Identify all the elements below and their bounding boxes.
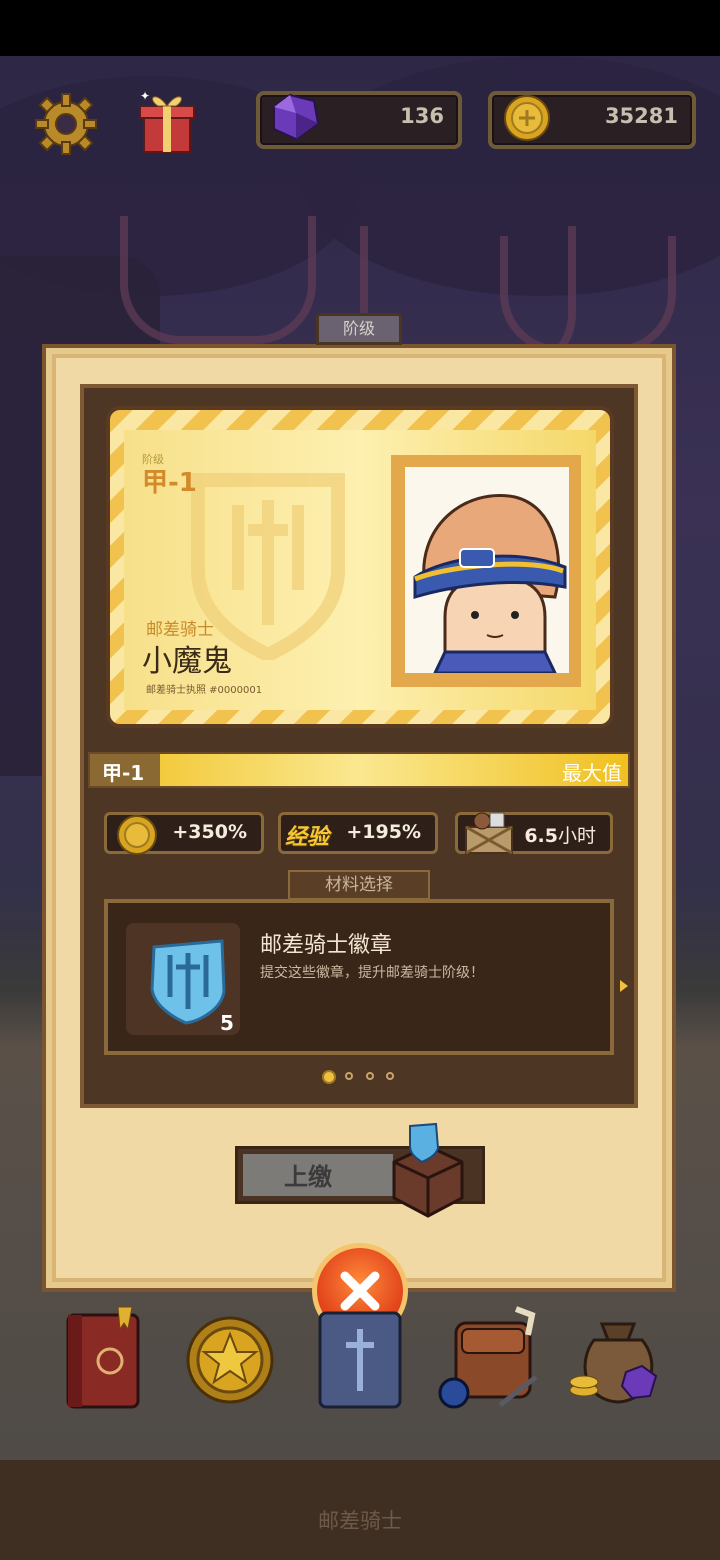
next-material-arrow-icon[interactable] [620, 980, 628, 992]
exp-icon: 经验 [285, 825, 330, 850]
material-description: 提交这些徽章，提升邮差骑士阶级！ [260, 965, 484, 981]
material-count: 5 [220, 1011, 234, 1035]
star-coin-icon[interactable] [182, 1312, 282, 1412]
knight-card-icon[interactable] [312, 1305, 408, 1415]
current-level-label: 甲-1 [102, 761, 145, 785]
tab-grade[interactable]: 阶级 [316, 313, 402, 345]
coin-bonus-value: +350% [172, 821, 247, 843]
settings-gear-icon[interactable] [34, 92, 98, 156]
page-dot[interactable] [366, 1072, 374, 1080]
gem-counter: 136 [256, 91, 462, 149]
gift-box-icon[interactable]: ✦ [136, 88, 198, 154]
knight-badge-icon [150, 939, 226, 1025]
page-dot[interactable] [386, 1072, 394, 1080]
treasure-bag-icon[interactable] [568, 1310, 668, 1410]
purple-gem-icon [273, 93, 320, 141]
delivery-time-value: 6.5小时 [524, 825, 596, 847]
material-name: 邮差骑士徽章 [260, 933, 393, 958]
book-icon[interactable] [58, 1305, 150, 1415]
submit-label: 上缴 [284, 1163, 332, 1191]
portrait-area [405, 467, 569, 673]
stat-coin-bonus: +350% [104, 812, 264, 855]
level-progress-fill [90, 754, 628, 786]
tab-material-select[interactable]: 材料选择 [288, 870, 430, 900]
coin-counter: 35281 [488, 91, 696, 149]
page-dot-active[interactable] [322, 1070, 336, 1084]
coin-count: 35281 [604, 104, 678, 128]
status-bar [0, 0, 720, 56]
coin-icon [117, 815, 157, 855]
character-name: 小魔鬼 [142, 644, 232, 679]
submission-box-icon [392, 1122, 464, 1218]
svg-text:✦: ✦ [140, 89, 150, 103]
gem-count: 136 [400, 104, 444, 128]
stat-delivery-time: 6.5小时 [455, 812, 613, 855]
exp-bonus-value: +195% [346, 821, 421, 843]
backpack-icon[interactable] [436, 1305, 546, 1415]
character-portrait-icon [405, 467, 569, 673]
bottom-title: 邮差骑士 [318, 1509, 402, 1533]
stat-exp-bonus: 经验 +195% [278, 812, 438, 854]
max-level-label: 最大值 [562, 761, 622, 785]
license-number: 邮差骑士执照 #0000001 [146, 685, 263, 696]
coin-icon [504, 95, 550, 141]
grade-value: 甲-1 [142, 468, 197, 498]
page-dot[interactable] [345, 1072, 353, 1080]
crate-icon [465, 812, 513, 855]
